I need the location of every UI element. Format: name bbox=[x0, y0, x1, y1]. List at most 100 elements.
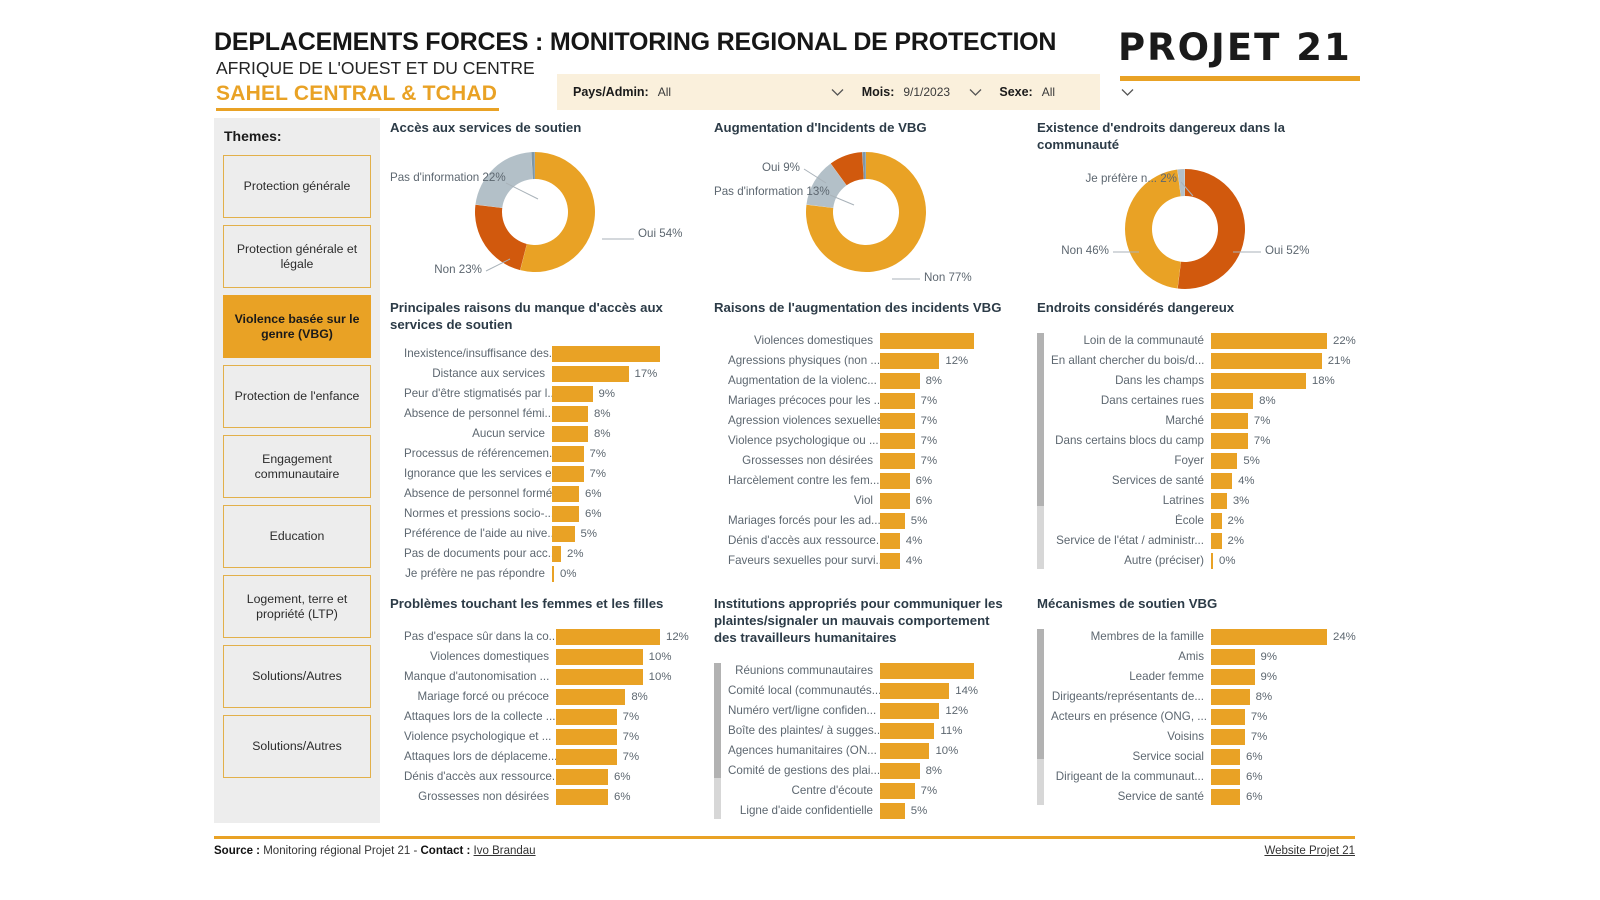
bar-fill[interactable] bbox=[880, 782, 915, 799]
bar-fill[interactable] bbox=[880, 492, 910, 509]
bar-fill[interactable] bbox=[556, 748, 617, 765]
bar-fill[interactable] bbox=[1211, 472, 1233, 489]
bar-fill[interactable] bbox=[552, 565, 554, 582]
scrollbar-thumb[interactable] bbox=[714, 662, 721, 778]
bar-track: 24% bbox=[1211, 627, 1367, 647]
bar-fill[interactable] bbox=[552, 365, 629, 382]
bar-track: 12% bbox=[556, 627, 700, 647]
bar-fill[interactable] bbox=[552, 345, 660, 362]
footer-website-link[interactable]: Website Projet 21 bbox=[1264, 845, 1355, 857]
bar-fill[interactable] bbox=[556, 648, 643, 665]
donut-slice[interactable] bbox=[475, 204, 527, 271]
sidebar-item-4[interactable]: Engagement communautaire bbox=[223, 435, 371, 498]
filter-sexe-select[interactable]: All bbox=[1040, 82, 1136, 103]
bar-fill[interactable] bbox=[556, 728, 617, 745]
bar-fill[interactable] bbox=[552, 405, 588, 422]
bar-fill[interactable] bbox=[1211, 452, 1238, 469]
donut-slice[interactable] bbox=[1177, 168, 1245, 289]
bar-fill[interactable] bbox=[1211, 492, 1227, 509]
bar-fill[interactable] bbox=[880, 682, 950, 699]
bar-fill[interactable] bbox=[556, 768, 608, 785]
bar-fill[interactable] bbox=[552, 545, 561, 562]
bar-category-label: Absence de personnel fémi... bbox=[404, 407, 552, 421]
bar-fill[interactable] bbox=[1211, 332, 1327, 349]
bar-fill[interactable] bbox=[880, 472, 910, 489]
bar-fill[interactable] bbox=[880, 742, 930, 759]
bar-fill[interactable] bbox=[556, 788, 608, 805]
filter-pays-select[interactable]: All bbox=[656, 82, 846, 103]
bar-fill[interactable] bbox=[1211, 668, 1255, 685]
bar-fill[interactable] bbox=[556, 688, 626, 705]
bar-fill[interactable] bbox=[1211, 628, 1327, 645]
bar-fill[interactable] bbox=[880, 662, 974, 679]
bar-fill[interactable] bbox=[880, 702, 940, 719]
bar-fill[interactable] bbox=[556, 708, 617, 725]
bar-fill[interactable] bbox=[880, 722, 935, 739]
bar-fill[interactable] bbox=[552, 525, 575, 542]
bar-fill[interactable] bbox=[880, 802, 905, 819]
sidebar-item-7[interactable]: Solutions/Autres bbox=[223, 645, 371, 708]
sidebar-item-0[interactable]: Protection générale bbox=[223, 155, 371, 218]
bar-track: 6% bbox=[556, 787, 700, 807]
bar-fill[interactable] bbox=[1211, 788, 1240, 805]
bar-fill[interactable] bbox=[880, 512, 905, 529]
bar-fill[interactable] bbox=[880, 452, 915, 469]
bar-fill[interactable] bbox=[1211, 432, 1248, 449]
bar-fill[interactable] bbox=[880, 432, 915, 449]
sidebar-item-2[interactable]: Violence basée sur le genre (VBG) bbox=[223, 295, 371, 358]
bar-fill[interactable] bbox=[880, 762, 920, 779]
bar-fill[interactable] bbox=[1211, 688, 1250, 705]
bar-fill[interactable] bbox=[880, 352, 940, 369]
bar-category-label: Dirigeants/représentants de... bbox=[1051, 690, 1204, 704]
bar-fill[interactable] bbox=[552, 445, 584, 462]
scrollbar-thumb[interactable] bbox=[1037, 332, 1044, 506]
bar-fill[interactable] bbox=[552, 385, 593, 402]
bar-fill[interactable] bbox=[552, 505, 579, 522]
scrollbar[interactable] bbox=[714, 662, 721, 819]
table-row: Attaques lors de la collecte ... 7% bbox=[404, 707, 700, 727]
bar-fill[interactable] bbox=[556, 668, 643, 685]
scrollbar-thumb[interactable] bbox=[1037, 628, 1044, 759]
filter-mois-value: 9/1/2023 bbox=[903, 85, 951, 99]
sidebar-item-1[interactable]: Protection générale et légale bbox=[223, 225, 371, 288]
sidebar-item-5[interactable]: Education bbox=[223, 505, 371, 568]
bar-fill[interactable] bbox=[880, 372, 920, 389]
bar-fill[interactable] bbox=[1211, 768, 1240, 785]
bar-fill[interactable] bbox=[1211, 648, 1255, 665]
sidebar-item-6[interactable]: Logement, terre et propriété (LTP) bbox=[223, 575, 371, 638]
scrollbar[interactable] bbox=[1037, 332, 1044, 569]
bar-value-label: 8% bbox=[1259, 394, 1276, 407]
bar-fill[interactable] bbox=[1211, 412, 1248, 429]
bar-fill[interactable] bbox=[556, 628, 660, 645]
bar-fill[interactable] bbox=[880, 412, 915, 429]
table-row: Attaques lors de déplaceme... 7% bbox=[404, 747, 700, 767]
bar-fill[interactable] bbox=[1211, 748, 1240, 765]
bar-fill[interactable] bbox=[1211, 708, 1245, 725]
bar-fill[interactable] bbox=[1211, 552, 1213, 569]
bar-fill[interactable] bbox=[552, 465, 584, 482]
bar-fill[interactable] bbox=[880, 532, 900, 549]
table-row: Dans certaines rues 8% bbox=[1051, 391, 1367, 411]
filter-mois-select[interactable]: 9/1/2023 bbox=[901, 82, 983, 103]
bar-value-label: 10% bbox=[648, 670, 672, 683]
bar-category-label: Dans certains blocs du camp bbox=[1055, 434, 1204, 448]
sidebar-item-8[interactable]: Solutions/Autres bbox=[223, 715, 371, 778]
footer-contact-link[interactable]: Ivo Brandau bbox=[474, 845, 536, 857]
table-row: Numéro vert/ligne confiden... 12% bbox=[728, 701, 1014, 721]
bar-fill[interactable] bbox=[552, 425, 588, 442]
scrollbar[interactable] bbox=[1037, 628, 1044, 805]
bar-fill[interactable] bbox=[1211, 532, 1222, 549]
bar-fill[interactable] bbox=[880, 552, 900, 569]
bar-value-label: 0% bbox=[1219, 554, 1236, 567]
bar-fill[interactable] bbox=[1211, 372, 1306, 389]
bar-fill[interactable] bbox=[1211, 728, 1245, 745]
bar-fill[interactable] bbox=[552, 485, 579, 502]
bar-fill[interactable] bbox=[1211, 392, 1254, 409]
bar-category-label: Dirigeant de la communaut... bbox=[1055, 770, 1204, 784]
bar-fill[interactable] bbox=[880, 392, 915, 409]
donut-slice[interactable] bbox=[1125, 169, 1181, 289]
sidebar-item-3[interactable]: Protection de l'enfance bbox=[223, 365, 371, 428]
bar-fill[interactable] bbox=[1211, 512, 1222, 529]
bar-fill[interactable] bbox=[880, 332, 974, 349]
bar-fill[interactable] bbox=[1211, 352, 1322, 369]
